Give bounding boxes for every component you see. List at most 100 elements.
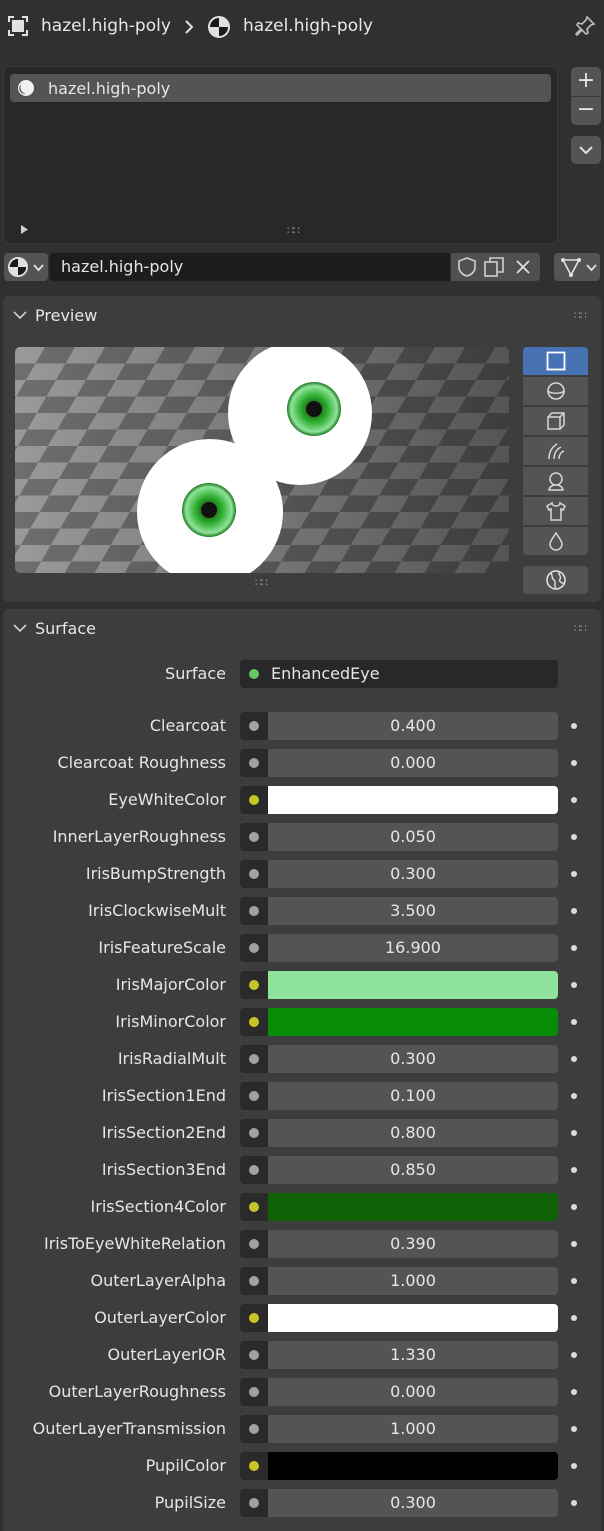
input-socket-button[interactable] <box>240 712 268 740</box>
breadcrumb-object[interactable]: hazel.high-poly <box>41 16 171 36</box>
input-socket-button[interactable] <box>240 971 268 999</box>
panel-collapse-chevron-icon[interactable] <box>13 623 27 633</box>
panel-drag-grip-icon[interactable]: ∷∷ <box>574 622 587 635</box>
input-socket-button[interactable] <box>240 823 268 851</box>
preview-panel-title[interactable]: Preview <box>35 306 97 325</box>
color-swatch-field[interactable] <box>268 1193 558 1221</box>
breadcrumb-material[interactable]: hazel.high-poly <box>243 16 373 36</box>
keyframe-dot-icon[interactable] <box>571 908 577 914</box>
monkey-icon <box>547 472 564 491</box>
preview-shape-flat-button[interactable] <box>523 347 588 375</box>
number-field[interactable]: 1.330 <box>268 1341 558 1369</box>
input-socket-button[interactable] <box>240 1230 268 1258</box>
input-socket-button[interactable] <box>240 1452 268 1480</box>
number-field[interactable]: 0.850 <box>268 1156 558 1184</box>
link-mode-button[interactable] <box>554 253 600 281</box>
input-socket-button[interactable] <box>240 1193 268 1221</box>
preview-world-toggle-button[interactable] <box>523 566 588 594</box>
input-socket-button[interactable] <box>240 1415 268 1443</box>
number-field[interactable]: 3.500 <box>268 897 558 925</box>
resize-grip-icon[interactable]: ∷∷ <box>287 224 300 237</box>
number-field[interactable]: 0.400 <box>268 712 558 740</box>
number-field[interactable]: 0.300 <box>268 1489 558 1517</box>
keyframe-dot-icon[interactable] <box>571 1463 577 1469</box>
slot-specials-button[interactable] <box>571 136 601 164</box>
number-field[interactable]: 0.000 <box>268 749 558 777</box>
input-socket-button[interactable] <box>240 1267 268 1295</box>
input-socket-button[interactable] <box>240 1304 268 1332</box>
keyframe-dot-icon[interactable] <box>571 1389 577 1395</box>
preview-resize-grip-icon[interactable]: ∷∷ <box>255 576 268 589</box>
property-label: IrisSection3End <box>101 1160 226 1179</box>
expand-triangle-icon[interactable] <box>20 225 29 234</box>
number-field[interactable]: 16.900 <box>268 934 558 962</box>
number-field[interactable]: 0.000 <box>268 1378 558 1406</box>
keyframe-dot-icon[interactable] <box>571 1093 577 1099</box>
material-name-field[interactable]: hazel.high-poly <box>50 253 450 281</box>
panel-drag-grip-icon[interactable]: ∷∷ <box>574 309 587 322</box>
preview-shape-fluid-button[interactable] <box>523 527 588 555</box>
keyframe-dot-icon[interactable] <box>571 1130 577 1136</box>
keyframe-dot-icon[interactable] <box>571 1204 577 1210</box>
number-field[interactable]: 0.300 <box>268 860 558 888</box>
color-swatch-field[interactable] <box>268 971 558 999</box>
browse-material-button[interactable] <box>4 253 48 281</box>
color-swatch-field[interactable] <box>268 786 558 814</box>
number-field[interactable]: 0.050 <box>268 823 558 851</box>
preview-shape-monkey-button[interactable] <box>523 467 588 495</box>
keyframe-dot-icon[interactable] <box>571 1241 577 1247</box>
color-swatch-field[interactable] <box>268 1008 558 1036</box>
keyframe-dot-icon[interactable] <box>571 1278 577 1284</box>
keyframe-dot-icon[interactable] <box>571 871 577 877</box>
number-field[interactable]: 1.000 <box>268 1415 558 1443</box>
keyframe-dot-icon[interactable] <box>571 797 577 803</box>
input-socket-button[interactable] <box>240 1008 268 1036</box>
input-socket-button[interactable] <box>240 1341 268 1369</box>
input-socket-button[interactable] <box>240 860 268 888</box>
panel-collapse-chevron-icon[interactable] <box>13 310 27 320</box>
pin-icon[interactable] <box>574 15 596 37</box>
property-label: IrisRadialMult <box>117 1049 226 1068</box>
keyframe-dot-icon[interactable] <box>571 723 577 729</box>
keyframe-dot-icon[interactable] <box>571 1426 577 1432</box>
input-socket-button[interactable] <box>240 897 268 925</box>
keyframe-dot-icon[interactable] <box>571 1500 577 1506</box>
preview-shape-hair-button[interactable] <box>523 437 588 465</box>
input-socket-button[interactable] <box>240 1082 268 1110</box>
keyframe-dot-icon[interactable] <box>571 1056 577 1062</box>
keyframe-dot-icon[interactable] <box>571 1167 577 1173</box>
input-socket-button[interactable] <box>240 1489 268 1517</box>
input-socket-button[interactable] <box>240 1378 268 1406</box>
sphere-icon <box>546 382 565 400</box>
color-swatch-field[interactable] <box>268 1452 558 1480</box>
input-socket-button[interactable] <box>240 1045 268 1073</box>
input-socket-button[interactable] <box>240 1156 268 1184</box>
keyframe-dot-icon[interactable] <box>571 945 577 951</box>
input-socket-button[interactable] <box>240 749 268 777</box>
preview-shape-cube-button[interactable] <box>523 407 588 435</box>
preview-shape-sphere-button[interactable] <box>523 377 588 405</box>
input-socket-button[interactable] <box>240 786 268 814</box>
keyframe-dot-icon[interactable] <box>571 1352 577 1358</box>
color-swatch-field[interactable] <box>268 1304 558 1332</box>
add-slot-button[interactable]: + <box>571 67 601 97</box>
keyframe-dot-icon[interactable] <box>571 982 577 988</box>
keyframe-dot-icon[interactable] <box>571 760 577 766</box>
remove-slot-button[interactable]: − <box>571 97 601 125</box>
number-field[interactable]: 0.300 <box>268 1045 558 1073</box>
keyframe-dot-icon[interactable] <box>571 834 577 840</box>
preview-shape-cloth-button[interactable] <box>523 497 588 525</box>
surface-panel-title[interactable]: Surface <box>35 619 96 638</box>
duplicate-icon[interactable] <box>483 256 505 278</box>
keyframe-dot-icon[interactable] <box>571 1019 577 1025</box>
number-field[interactable]: 0.100 <box>268 1082 558 1110</box>
surface-shader-selector[interactable]: EnhancedEye <box>240 660 558 688</box>
number-field[interactable]: 1.000 <box>268 1267 558 1295</box>
input-socket-button[interactable] <box>240 934 268 962</box>
fake-user-shield-icon[interactable] <box>456 256 478 278</box>
keyframe-dot-icon[interactable] <box>571 1315 577 1321</box>
input-socket-button[interactable] <box>240 1119 268 1147</box>
number-field[interactable]: 0.390 <box>268 1230 558 1258</box>
unlink-close-icon[interactable] <box>515 259 531 275</box>
number-field[interactable]: 0.800 <box>268 1119 558 1147</box>
